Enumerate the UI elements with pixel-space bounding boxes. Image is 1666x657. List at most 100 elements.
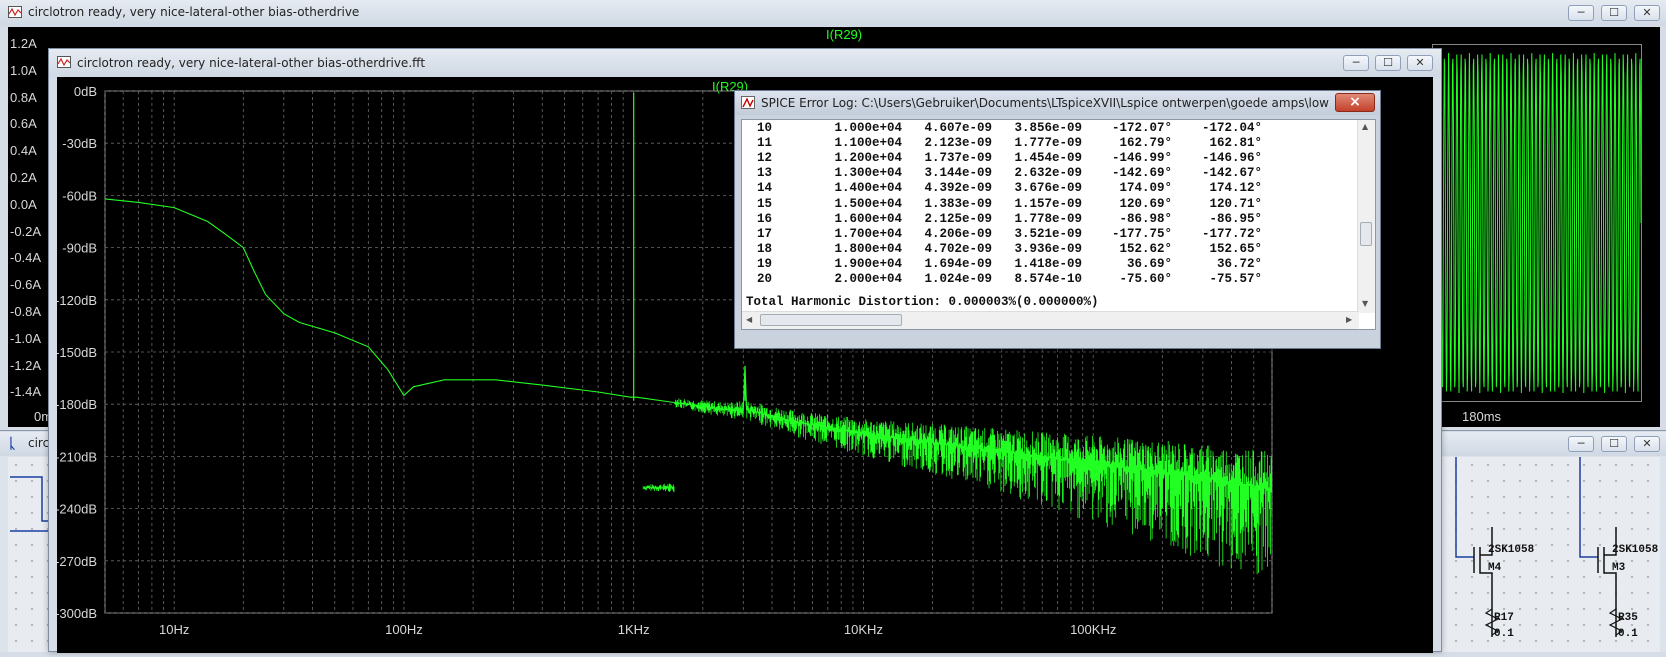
horizontal-scroll-thumb[interactable] [760,314,902,326]
error-log-cell-nphase: 162.81° [1209,136,1262,151]
transient-y-tick-label: 0.2A [10,170,37,185]
schematic-part-r17-value[interactable]: 0.1 [1494,628,1514,640]
fft-y-tick-label: 0dB [74,84,97,99]
schematic-minimize-button[interactable]: ─ [1568,436,1594,452]
scroll-left-arrow-icon[interactable]: ◀ [746,315,752,324]
transient-y-tick-label: 0.8A [10,89,37,105]
error-log-cell-n: 11 [756,136,772,151]
error-log-row: 19 1.900e+04 1.694e-09 1.418e-09 36.69° 36.72… [742,257,1354,272]
error-log-cell-comp: 2.125e-09 [924,211,992,226]
fft-x-tick-label: 100Hz [385,622,423,637]
error-log-row: 16 1.600e+04 2.125e-09 1.778e-09 -86.98° -86.… [742,212,1354,227]
error-log-cell-nphase: -142.67° [1201,166,1262,181]
fft-y-tick-label: -270dB [57,554,97,569]
vertical-scrollbar[interactable]: ▲ ▼ [1357,120,1375,313]
error-log-cell-phase: -172.07° [1111,121,1172,135]
schematic-part-m3-type[interactable]: 2SK1058 [1612,544,1658,556]
error-log-titlebar[interactable]: SPICE Error Log: C:\Users\Gebruiker\Docu… [735,91,1380,115]
error-log-cell-phase: 174.09° [1119,181,1172,196]
error-log-cell-freq: 1.000e+04 [834,121,902,135]
transient-y-tick-label: 0.0A [10,196,37,212]
error-log-cell-norm: 1.777e-09 [1014,136,1082,151]
transient-y-tick-label: 0.4A [10,143,37,159]
error-log-row: 20 2.000e+04 1.024e-09 8.574e-10 -75.60° -75.… [742,272,1354,287]
error-log-cell-norm: 1.454e-09 [1014,151,1082,166]
scroll-right-arrow-icon[interactable]: ▶ [1346,315,1352,324]
error-log-cell-nphase: -86.95° [1209,211,1262,226]
error-log-cell-freq: 1.100e+04 [834,136,902,151]
error-log-cell-phase: 120.69° [1119,196,1172,211]
transient-y-tick-label: -1.0A [10,330,42,346]
error-log-text-area[interactable]: 10 1.000e+04 4.607e-09 3.856e-09 -172.07° -17… [741,119,1376,330]
error-log-cell-n: 19 [756,256,772,271]
error-log-cell-n: 20 [756,272,772,286]
error-log-cell-n: 16 [756,211,772,226]
fft-y-tick-label: -120dB [57,293,97,308]
schematic-part-r35-value[interactable]: 0.1 [1618,628,1638,640]
transient-window-title: circlotron ready, very nice-lateral-othe… [28,5,360,19]
error-log-cell-norm: 1.157e-09 [1014,196,1082,211]
scroll-up-arrow-icon[interactable]: ▲ [1362,122,1368,131]
transient-y-tick-label: 0.6A [10,116,37,132]
transient-y-tick-label: -0.4A [10,250,42,266]
error-log-cell-freq: 1.900e+04 [834,256,902,271]
error-log-row: 15 1.500e+04 1.383e-09 1.157e-09 120.69° 120.… [742,197,1354,212]
error-log-cell-freq: 1.500e+04 [834,196,902,211]
error-log-cell-phase: -75.60° [1119,272,1172,286]
error-log-cell-freq: 1.800e+04 [834,241,902,256]
fft-minimize-button[interactable]: ─ [1343,55,1369,71]
error-log-cell-norm: 1.418e-09 [1014,256,1082,271]
fft-y-tick-label: -210dB [57,449,97,464]
error-log-cell-nphase: 152.65° [1209,241,1262,256]
close-button[interactable]: ✕ [1634,5,1660,21]
fft-y-tick-label: -60dB [62,188,97,203]
transient-y-tick-label: -0.6A [10,277,42,293]
transient-waveform-line [1433,52,1641,394]
schematic-part-r35-ref[interactable]: R35 [1618,612,1638,624]
fft-y-tick-label: -30dB [62,136,97,151]
schematic-part-m4-type[interactable]: 2SK1058 [1488,544,1534,556]
fft-maximize-button[interactable]: ☐ [1375,55,1401,71]
schematic-maximize-button[interactable]: ☐ [1601,436,1627,452]
spice-error-log-dialog: SPICE Error Log: C:\Users\Gebruiker\Docu… [734,90,1381,349]
error-log-cell-norm: 3.856e-09 [1014,121,1082,135]
error-log-cell-freq: 1.400e+04 [834,181,902,196]
error-log-cell-phase: 162.79° [1119,136,1172,151]
error-log-cell-comp: 1.694e-09 [924,256,992,271]
error-log-cell-norm: 8.574e-10 [1014,272,1082,286]
vertical-scroll-thumb[interactable] [1360,222,1372,246]
error-log-cell-freq: 2.000e+04 [834,272,902,286]
schematic-part-r17-ref[interactable]: R17 [1494,612,1514,624]
schematic-part-m3-ref[interactable]: M3 [1612,562,1625,574]
fft-x-tick-label: 10Hz [159,622,189,637]
schematic-part-m4-ref[interactable]: M4 [1488,562,1501,574]
error-log-thd-line: Total Harmonic Distortion: 0.000003%(0.0… [746,295,1099,309]
error-log-cell-nphase: 120.71° [1209,196,1262,211]
minimize-button[interactable]: ─ [1568,5,1594,21]
fft-y-tick-label: -90dB [62,241,97,256]
fft-y-tick-label: -150dB [57,345,97,360]
maximize-button[interactable]: ☐ [1601,5,1627,21]
error-log-cell-nphase: -172.04° [1201,121,1262,135]
transient-x-tick-right: 180ms [1462,409,1502,424]
error-log-cell-comp: 1.737e-09 [924,151,992,166]
transient-y-tick-label: -0.8A [10,304,42,319]
transient-waveform-plot [1432,44,1642,402]
transient-titlebar[interactable]: circlotron ready, very nice-lateral-othe… [0,0,1666,26]
schematic-mosfet-drawings [1455,457,1624,637]
transient-y-tick-label: 1.2A [10,36,37,51]
schematic-close-button[interactable]: ✕ [1634,436,1660,452]
error-log-cell-freq: 1.200e+04 [834,151,902,166]
schematic-window-title: circ [28,436,50,450]
fft-titlebar[interactable]: circlotron ready, very nice-lateral-othe… [49,49,1441,77]
error-log-cell-phase: -142.69° [1111,166,1172,181]
transient-trace-label: I(R29) [826,27,863,42]
scroll-down-arrow-icon[interactable]: ▼ [1362,299,1368,308]
error-log-cell-n: 12 [756,151,772,166]
error-log-close-button[interactable]: × [1335,93,1375,112]
error-log-cell-nphase: 36.72° [1216,256,1262,271]
horizontal-scrollbar[interactable]: ◀ ▶ [742,311,1359,329]
error-log-cell-phase: -177.75° [1111,226,1172,241]
fft-close-button[interactable]: ✕ [1407,55,1433,71]
fft-y-tick-label: -300dB [57,606,97,621]
